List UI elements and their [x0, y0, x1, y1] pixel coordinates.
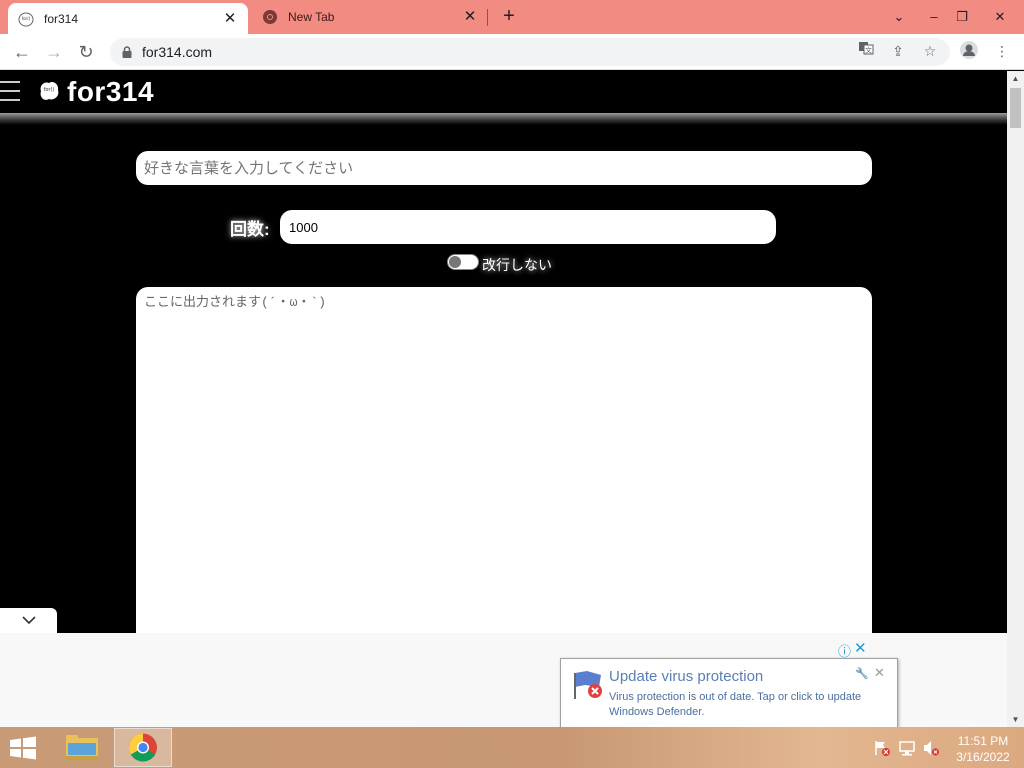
svg-text:for(): for() [44, 87, 55, 93]
chevron-down-icon [21, 616, 36, 625]
reload-icon[interactable]: ↻ [74, 40, 98, 64]
translate-icon[interactable]: 文 [855, 40, 877, 62]
svg-text:for(): for() [22, 16, 31, 21]
page-scrollbar[interactable]: ▲ ▼ [1007, 71, 1024, 727]
network-icon[interactable] [898, 739, 916, 757]
chrome-icon [129, 733, 157, 762]
tab-close-icon[interactable]: ✕ [462, 9, 478, 25]
tab-title: New Tab [288, 10, 335, 24]
browser-toolbar: ← → ↻ for314.com 文 ⇪ ☆ ⋮ [0, 34, 1024, 70]
share-icon[interactable]: ⇪ [887, 40, 909, 62]
tab-strip: for() for314 ✕ New Tab ✕ + ⌄ – ❐ ✕ [0, 0, 1024, 34]
warning-flag-icon [574, 671, 602, 699]
forward-arrow-icon[interactable]: → [42, 40, 66, 64]
window-close-icon[interactable]: ✕ [984, 0, 1016, 34]
count-label: 回数: [230, 220, 270, 239]
clock-date: 3/16/2022 [956, 750, 1010, 764]
for314-logo-icon: for() [40, 81, 59, 100]
newline-toggle[interactable] [447, 254, 479, 270]
file-explorer-button[interactable] [53, 728, 111, 767]
header-shadow [0, 113, 1007, 125]
bookmark-star-icon[interactable]: ☆ [919, 40, 941, 62]
for314-favicon-icon: for() [18, 12, 34, 26]
profile-avatar-icon[interactable] [958, 40, 980, 62]
hamburger-menu-icon[interactable] [0, 81, 20, 103]
ad-close-icon[interactable]: ✕ [854, 639, 867, 657]
restore-icon[interactable]: ❐ [946, 0, 978, 34]
address-bar[interactable]: for314.com [110, 38, 950, 66]
svg-text:文: 文 [865, 46, 872, 55]
ad-banner: ⓘ ✕ Update virus protection Virus protec… [0, 633, 1007, 727]
notification-close-icon[interactable]: ✕ [874, 665, 885, 681]
tab-search-chevron-icon[interactable]: ⌄ [883, 0, 915, 34]
taskbar-clock[interactable]: 11:51 PM 3/16/2022 [948, 733, 1018, 765]
site-logo-text[interactable]: for314 [67, 76, 154, 108]
tab-title: for314 [44, 11, 79, 26]
new-tab-button[interactable]: + [498, 6, 520, 28]
tab-divider [487, 9, 488, 26]
ad-fake-notification[interactable]: Update virus protection Virus protection… [560, 658, 898, 727]
clock-time: 11:51 PM [957, 734, 1009, 748]
toggle-knob [449, 256, 461, 268]
chrome-taskbar-button[interactable] [114, 728, 172, 767]
notification-title: Update virus protection [609, 668, 764, 685]
taskbar: 11:51 PM 3/16/2022 [0, 727, 1024, 768]
tab-new-tab[interactable]: New Tab ✕ [252, 0, 488, 34]
volume-muted-icon[interactable] [922, 739, 940, 757]
wrench-icon: 🔧 [855, 668, 869, 680]
back-arrow-icon[interactable]: ← [10, 40, 34, 64]
tab-close-icon[interactable]: ✕ [222, 10, 238, 27]
scroll-thumb[interactable] [1010, 88, 1021, 128]
url-text: for314.com [142, 44, 213, 60]
newline-toggle-label: 改行しない [482, 257, 552, 273]
site-header: for() for314 [0, 71, 1007, 115]
scroll-up-arrow-icon[interactable]: ▲ [1007, 71, 1024, 86]
ad-collapse-button[interactable] [0, 608, 57, 633]
notification-body: Virus protection is out of date. Tap or … [609, 691, 862, 718]
more-menu-icon[interactable]: ⋮ [991, 40, 1013, 62]
page-viewport: for() for314 回数: 改行しない ⓘ ✕ Update virus … [0, 71, 1007, 727]
count-input[interactable] [280, 210, 776, 244]
word-input[interactable] [136, 151, 872, 185]
folder-icon [66, 735, 98, 760]
action-center-flag-icon[interactable] [873, 739, 891, 757]
scroll-down-arrow-icon[interactable]: ▼ [1007, 712, 1024, 727]
tab-for314[interactable]: for() for314 ✕ [8, 3, 248, 34]
chrome-favicon-icon [263, 10, 277, 24]
lock-icon [122, 46, 132, 58]
windows-start-icon[interactable] [8, 736, 38, 760]
